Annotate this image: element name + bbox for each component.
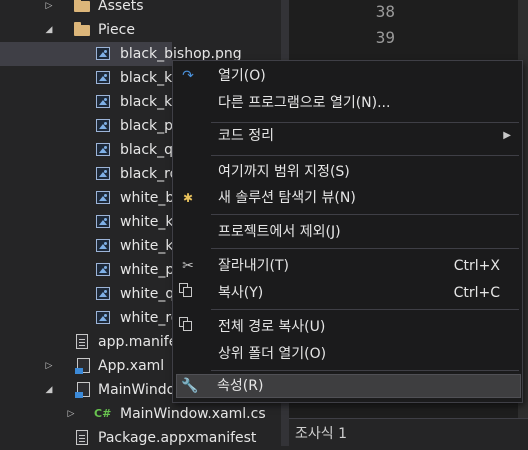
menu-item-properties[interactable]: 🔧 속성(R): [176, 374, 521, 398]
image-file-icon: [96, 143, 110, 156]
copy-icon: [179, 317, 192, 331]
menu-item-label: 여기까지 범위 지정(S): [218, 164, 350, 180]
image-file-icon: [96, 119, 110, 132]
folder-icon: [74, 0, 90, 12]
image-file-icon: [96, 71, 110, 84]
menu-separator: [211, 214, 519, 215]
menu-item-copy[interactable]: 복사(Y) Ctrl+C: [174, 281, 521, 305]
menu-item-code-cleanup[interactable]: 코드 정리 ▶: [174, 124, 521, 148]
menu-separator: [211, 370, 519, 371]
tree-item-assets-folder[interactable]: ▷ Assets: [0, 0, 290, 18]
menu-item-label: 열기(O): [218, 68, 266, 84]
menu-item-label: 속성(R): [217, 378, 264, 394]
menu-item-cut[interactable]: ✂ 잘라내기(T) Ctrl+X: [174, 254, 521, 278]
tree-item-label: Assets: [98, 0, 144, 14]
expanded-arrow-icon[interactable]: ◢: [44, 378, 54, 402]
image-file-icon: [96, 47, 110, 60]
watch-window-title[interactable]: 조사식 1: [295, 423, 347, 443]
menu-separator: [211, 309, 519, 310]
menu-separator: [211, 248, 519, 249]
context-menu: ↷ 열기(O) 다른 프로그램으로 열기(N)... 코드 정리 ▶ 여기까지 …: [172, 60, 523, 403]
menu-item-open[interactable]: ↷ 열기(O): [174, 64, 521, 88]
menu-item-label: 잘라내기(T): [218, 258, 289, 274]
tree-item-label: white_ro: [120, 310, 180, 326]
menu-separator: [211, 122, 519, 123]
tree-item-piece-folder[interactable]: ◢ Piece: [0, 18, 290, 42]
tree-item-label: App.xaml: [98, 358, 165, 374]
image-file-icon: [96, 263, 110, 276]
scissors-icon: ✂: [182, 258, 194, 274]
folder-icon: [74, 22, 90, 36]
xaml-file-icon: [75, 358, 90, 374]
expanded-arrow-icon[interactable]: ◢: [44, 18, 54, 42]
menu-item-label: 다른 프로그램으로 열기(N)...: [218, 95, 391, 111]
image-file-icon: [96, 167, 110, 180]
menu-item-label: 복사(Y): [218, 285, 264, 301]
tree-item-label: black_ki: [120, 70, 177, 86]
xaml-file-icon: [75, 382, 90, 398]
menu-item-label: 새 솔루션 탐색기 뷰(N): [218, 190, 356, 206]
tree-item-package-manifest[interactable]: Package.appxmanifest: [0, 426, 290, 450]
tree-item-label: white_ki: [120, 214, 178, 230]
menu-separator: [211, 155, 519, 156]
tree-item-label: app.manife: [98, 334, 178, 350]
tree-item-label: MainWindo: [98, 382, 176, 398]
line-number: 38: [375, 2, 395, 21]
new-explorer-view-icon: ✱: [182, 191, 194, 205]
tree-item-label: white_bi: [120, 190, 179, 206]
menu-item-label: 상위 폴더 열기(O): [218, 346, 327, 362]
menu-item-copy-full-path[interactable]: 전체 경로 복사(U): [174, 315, 521, 339]
open-arrow-icon: ↷: [182, 68, 194, 84]
menu-item-new-explorer-view[interactable]: ✱ 새 솔루션 탐색기 뷰(N): [174, 186, 521, 210]
collapsed-arrow-icon[interactable]: ▷: [44, 354, 54, 378]
tree-item-label: MainWindow.xaml.cs: [120, 406, 266, 422]
menu-item-shortcut: Ctrl+C: [453, 285, 500, 301]
copy-icon: [179, 283, 192, 297]
submenu-arrow-icon: ▶: [503, 130, 511, 141]
image-file-icon: [96, 311, 110, 324]
tree-item-label: Package.appxmanifest: [98, 430, 257, 446]
menu-item-label: 전체 경로 복사(U): [218, 319, 326, 335]
image-file-icon: [96, 239, 110, 252]
menu-item-shortcut: Ctrl+X: [453, 258, 500, 274]
image-file-icon: [96, 191, 110, 204]
tree-item-mainwindow-cs[interactable]: ▷ C# MainWindow.xaml.cs: [0, 402, 290, 426]
tree-item-label: black_ro: [120, 166, 179, 182]
collapsed-arrow-icon[interactable]: ▷: [44, 0, 54, 18]
watch-window: 조사식 1: [289, 418, 528, 447]
manifest-file-icon: [76, 334, 88, 349]
menu-item-exclude-from-project[interactable]: 프로젝트에서 제외(J): [174, 220, 521, 244]
menu-item-open-containing-folder[interactable]: 상위 폴더 열기(O): [174, 342, 521, 366]
menu-item-open-with[interactable]: 다른 프로그램으로 열기(N)...: [174, 91, 521, 115]
tree-item-black-bishop[interactable]: black_bishop.png: [0, 42, 242, 66]
menu-item-scope-to-this[interactable]: 여기까지 범위 지정(S): [174, 160, 521, 184]
menu-item-label: 프로젝트에서 제외(J): [218, 224, 341, 240]
wrench-icon: 🔧: [181, 378, 199, 394]
csharp-file-icon: C#: [94, 407, 112, 420]
image-file-icon: [96, 215, 110, 228]
line-number: 39: [375, 28, 395, 47]
collapsed-arrow-icon[interactable]: ▷: [66, 402, 76, 426]
manifest-file-icon: [76, 430, 88, 445]
menu-item-label: 코드 정리: [218, 128, 274, 144]
image-file-icon: [96, 287, 110, 300]
image-file-icon: [96, 95, 110, 108]
tree-item-label: Piece: [98, 22, 135, 38]
